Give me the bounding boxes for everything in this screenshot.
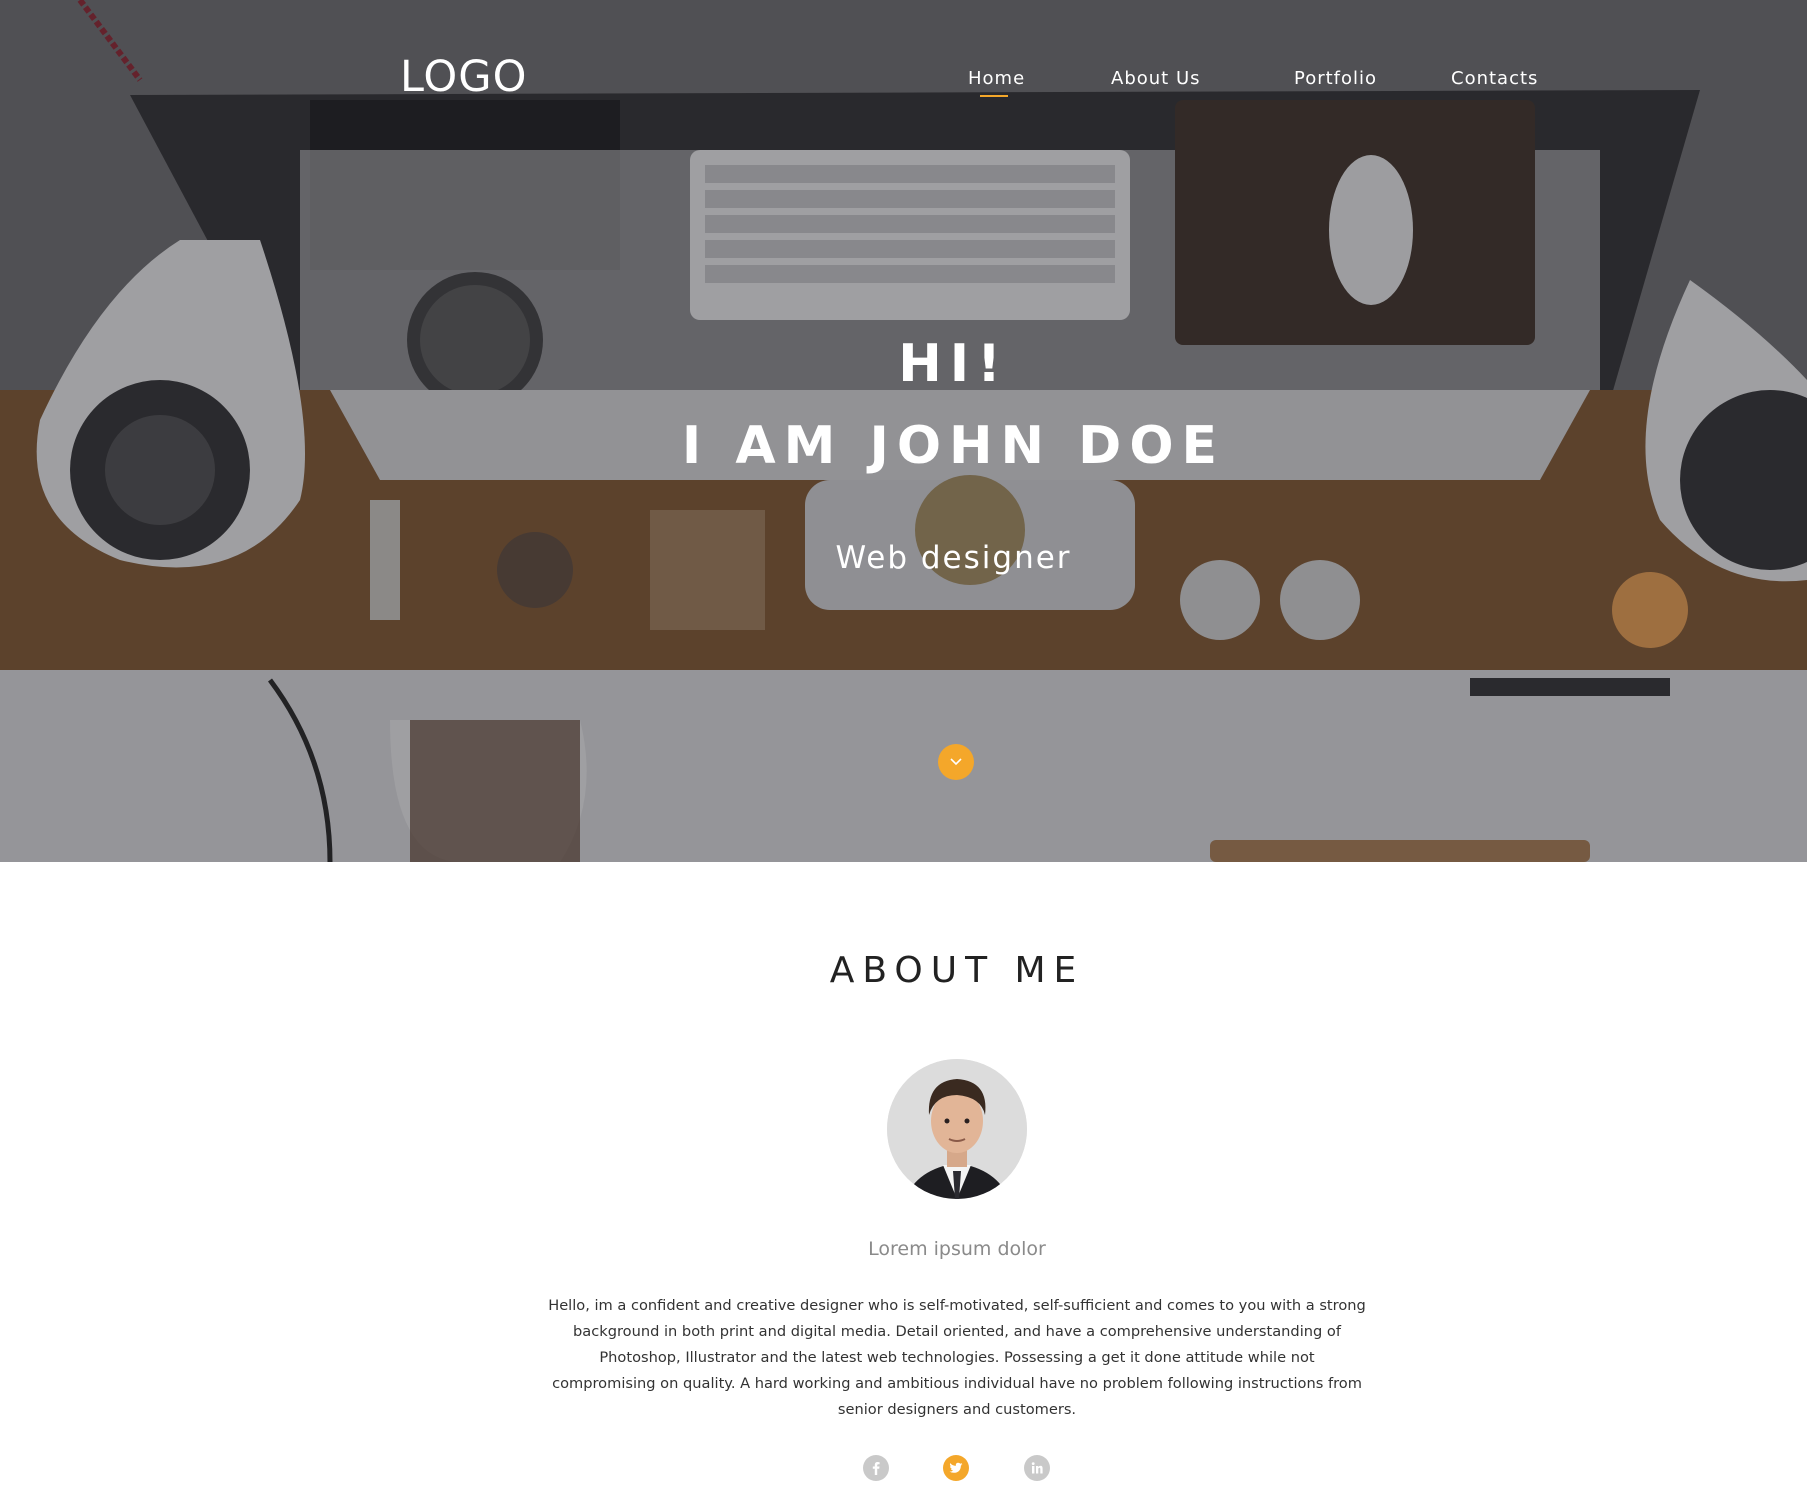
linkedin-icon: [1024, 1455, 1050, 1481]
main-nav: Home About Us Portfolio Contacts: [0, 68, 1807, 102]
facebook-link[interactable]: [863, 1455, 889, 1481]
nav-active-indicator: [980, 95, 1008, 97]
about-title: ABOUT ME: [829, 950, 1085, 991]
twitter-icon: [943, 1455, 969, 1481]
nav-item-contacts[interactable]: Contacts: [1451, 68, 1538, 89]
chevron-down-icon: [950, 758, 962, 766]
hero-section: LOGO Home About Us Portfolio Contacts HI…: [0, 0, 1807, 862]
hero-greeting: HI!: [898, 334, 1009, 394]
nav-item-portfolio[interactable]: Portfolio: [1294, 68, 1377, 89]
nav-item-about-us[interactable]: About Us: [1111, 68, 1201, 89]
nav-item-home[interactable]: Home: [968, 68, 1025, 89]
hero-name: I AM JOHN DOE: [681, 416, 1226, 476]
twitter-link[interactable]: [943, 1455, 969, 1481]
scroll-down-button[interactable]: [938, 744, 974, 780]
facebook-icon: [863, 1455, 889, 1481]
about-description: Hello, im a confident and creative desig…: [548, 1297, 1366, 1418]
hero-role: Web designer: [835, 540, 1072, 576]
about-subtitle: Lorem ipsum dolor: [868, 1238, 1046, 1260]
linkedin-link[interactable]: [1024, 1455, 1050, 1481]
profile-photo: [887, 1059, 1027, 1199]
avatar: [887, 1059, 1027, 1199]
